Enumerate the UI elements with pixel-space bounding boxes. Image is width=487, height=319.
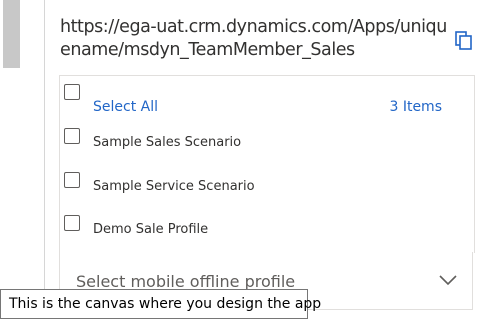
list-item-checkbox[interactable]	[64, 215, 80, 231]
list-item[interactable]: Sample Service Scenario	[60, 172, 474, 202]
list-item-label: Demo Sale Profile	[93, 222, 209, 237]
left-rail	[0, 0, 30, 310]
scrollbar-thumb[interactable]	[3, 0, 20, 68]
select-all-checkbox[interactable]	[64, 84, 80, 100]
canvas-tooltip: This is the canvas where you design the …	[0, 289, 321, 319]
list-item-label: Sample Sales Scenario	[93, 135, 242, 150]
select-all-row[interactable]: Select All 3 Items	[60, 84, 474, 115]
list-item-label: Sample Service Scenario	[93, 179, 255, 194]
list-item-checkbox[interactable]	[64, 172, 80, 188]
select-all-label: Select All	[93, 99, 158, 115]
app-url: https://ega-uat.crm.dynamics.com/Apps/un…	[60, 17, 447, 60]
list-item[interactable]: Demo Sale Profile	[60, 215, 474, 245]
list-item[interactable]: Sample Sales Scenario	[60, 128, 474, 158]
list-item-checkbox[interactable]	[64, 128, 80, 144]
copy-icon[interactable]	[454, 29, 474, 51]
panel-divider	[44, 0, 45, 310]
security-role-dropdown: Select All 3 Items Sample Sales Scenario…	[59, 75, 475, 253]
chevron-down-icon	[439, 275, 457, 286]
item-count: 3 Items	[389, 99, 442, 115]
